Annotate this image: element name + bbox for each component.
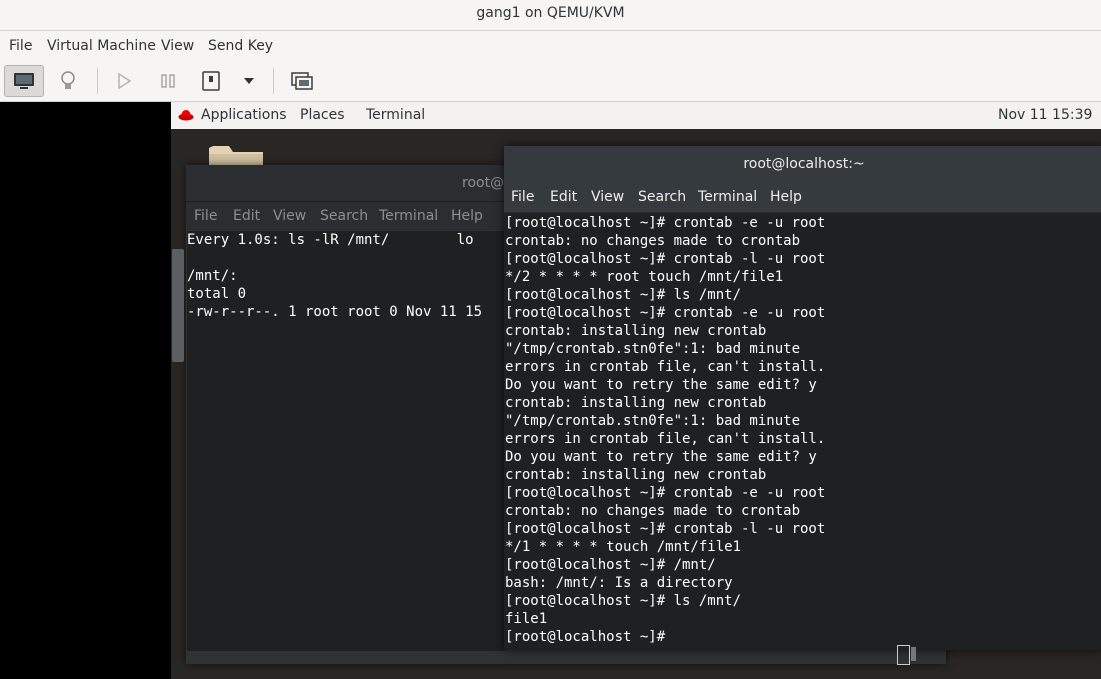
terminal-output[interactable]: Every 1.0s: ls -lR /mnt/ lo /mnt/: total…: [187, 231, 507, 651]
output-line: [root@localhost ~]# crontab -l -u root: [505, 521, 826, 537]
output-line: [root@localhost ~]#: [505, 629, 666, 645]
output-line: Every 1.0s: ls -lR /mnt/ lo: [187, 232, 474, 248]
menu-view[interactable]: View: [273, 208, 306, 224]
output-line: */1 * * * * touch /mnt/file1: [505, 539, 742, 555]
output-line: [root@localhost ~]# crontab -e -u root: [505, 305, 826, 321]
output-line: "/tmp/crontab.stn0fe":1: bad minute: [505, 413, 801, 429]
menu-search[interactable]: Search: [320, 208, 368, 224]
output-line: bash: /mnt/: Is a directory: [505, 575, 733, 591]
shutdown-dropdown-button[interactable]: [229, 65, 269, 97]
menu-view[interactable]: View: [591, 189, 624, 205]
fullscreen-icon: [291, 72, 313, 90]
menu-help[interactable]: Help: [770, 189, 802, 205]
output-line: crontab: installing new crontab: [505, 323, 767, 339]
output-line: "/tmp/crontab.stn0fe":1: bad minute: [505, 341, 801, 357]
terminal-output[interactable]: [root@localhost ~]# crontab -e -u root c…: [505, 214, 1095, 650]
output-line: -rw-r--r--. 1 root root 0 Nov 11 15: [187, 304, 483, 320]
output-line: Do you want to retry the same edit? y: [505, 377, 817, 393]
power-icon: [202, 71, 220, 91]
menu-terminal[interactable]: Terminal: [698, 189, 757, 205]
redhat-icon: [178, 110, 194, 121]
output-line: /mnt/:: [187, 268, 238, 284]
output-line: [root@localhost ~]# ls /mnt/: [505, 593, 742, 609]
menu-edit[interactable]: Edit: [233, 208, 260, 224]
output-line: [root@localhost ~]# ls /mnt/: [505, 287, 742, 303]
menu-send-key[interactable]: Send Key: [208, 38, 273, 54]
output-line: [root@localhost ~]# /mnt/: [505, 557, 716, 573]
guest-display[interactable]: Applications Places Terminal Nov 11 15:3…: [171, 102, 1101, 679]
menu-edit[interactable]: Edit: [550, 189, 577, 205]
output-line: file1: [505, 611, 548, 627]
output-line: [root@localhost ~]# crontab -e -u root: [505, 215, 826, 231]
menu-help[interactable]: Help: [451, 208, 483, 224]
text-cursor-indicator: [897, 645, 910, 665]
host-toolbar: [0, 60, 1101, 102]
monitor-icon: [14, 73, 34, 89]
applications-menu[interactable]: Applications: [201, 107, 287, 123]
output-line: crontab: no changes made to crontab: [505, 503, 801, 519]
run-button[interactable]: [104, 65, 144, 97]
fullscreen-button[interactable]: [282, 65, 322, 97]
terminal-title: root@localhost:~: [743, 156, 865, 172]
output-line: Do you want to retry the same edit? y: [505, 449, 817, 465]
output-line: errors in crontab file, can't install.: [505, 431, 826, 447]
chevron-down-icon: [244, 78, 254, 84]
output-line: crontab: installing new crontab: [505, 395, 767, 411]
menu-file[interactable]: File: [9, 38, 32, 54]
menu-file[interactable]: File: [194, 208, 217, 224]
play-icon: [118, 72, 132, 90]
output-line: [root@localhost ~]# crontab -e -u root: [505, 485, 826, 501]
output-line: errors in crontab file, can't install.: [505, 359, 826, 375]
host-menubar: File Virtual Machine View Send Key: [0, 31, 1101, 60]
lightbulb-icon: [61, 71, 75, 89]
terminal-titlebar[interactable]: root@localhost:~: [504, 146, 1101, 182]
terminal-app-menu[interactable]: Terminal: [366, 107, 425, 123]
terminal-menubar: File Edit View Search Terminal Help: [504, 182, 1101, 213]
menu-view[interactable]: View: [161, 38, 194, 54]
pause-icon: [161, 74, 175, 88]
pause-button[interactable]: [148, 65, 188, 97]
window-titlebar: gang1 on QEMU/KVM: [0, 0, 1101, 31]
menu-search[interactable]: Search: [638, 189, 686, 205]
terminal-title: root@: [462, 175, 505, 191]
console-button[interactable]: [4, 65, 44, 97]
window-title: gang1 on QEMU/KVM: [476, 5, 625, 21]
gnome-topbar: Applications Places Terminal Nov 11 15:3…: [171, 102, 1101, 129]
shutdown-button[interactable]: [191, 65, 231, 97]
clock[interactable]: Nov 11 15:39: [998, 107, 1092, 123]
output-line: total 0: [187, 286, 247, 302]
output-line: */2 * * * * root touch /mnt/file1: [505, 269, 784, 285]
guest-letterbox: [0, 102, 171, 679]
scrollbar-thumb[interactable]: [172, 249, 184, 362]
output-line: [root@localhost ~]# crontab -l -u root: [505, 251, 826, 267]
menu-terminal[interactable]: Terminal: [379, 208, 438, 224]
scrollbar-mini[interactable]: [911, 647, 916, 661]
menu-virtual-machine[interactable]: Virtual Machine: [47, 38, 156, 54]
output-line: crontab: no changes made to crontab: [505, 233, 801, 249]
places-menu[interactable]: Places: [300, 107, 345, 123]
menu-file[interactable]: File: [511, 189, 534, 205]
output-line: crontab: installing new crontab: [505, 467, 767, 483]
terminal-window-main[interactable]: root@localhost:~ File Edit View Search T…: [504, 146, 1101, 650]
details-button[interactable]: [48, 65, 88, 97]
